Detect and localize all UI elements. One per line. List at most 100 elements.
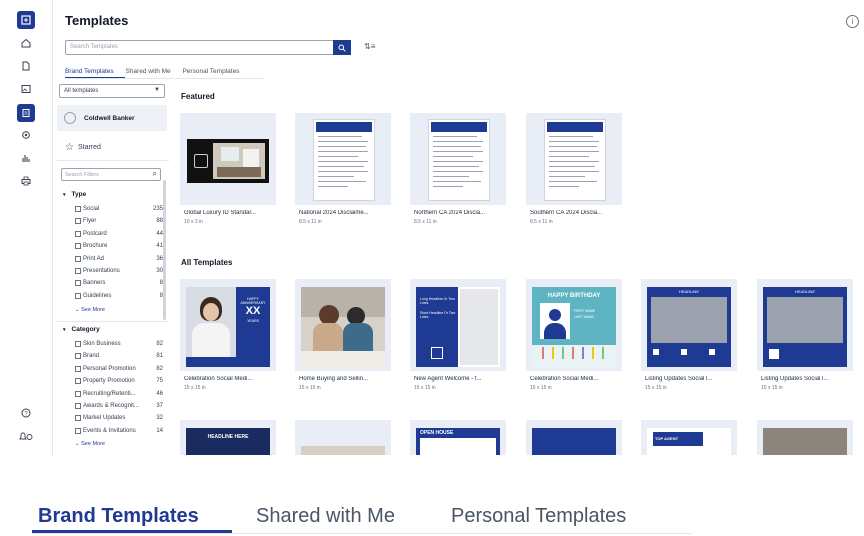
- template-card[interactable]: Northern CA 2024 Discla... 8.5 x 11 in: [410, 113, 506, 233]
- filter-option[interactable]: Property Promotion 75: [75, 376, 163, 386]
- checkbox[interactable]: [75, 218, 81, 225]
- templates-icon[interactable]: [17, 104, 35, 122]
- thumb-text: HAPPY BIRTHDAY: [547, 293, 601, 299]
- filter-option-count: 82: [156, 365, 163, 372]
- checkbox[interactable]: [75, 243, 81, 250]
- filter-option[interactable]: Guidelines 8: [75, 291, 163, 301]
- filter-option-label: Print Ad: [83, 255, 105, 262]
- template-size: 10 x 3 in: [184, 219, 203, 225]
- panel-divider: [57, 321, 169, 322]
- template-card[interactable]: Global Luxury ID Standar... 10 x 3 in: [180, 113, 276, 233]
- checkbox[interactable]: [75, 230, 81, 237]
- left-rail: ?: [0, 0, 53, 455]
- see-more-label: See More: [81, 441, 105, 447]
- template-name: Listing Updates Social l...: [645, 376, 713, 382]
- disclaimer-doc-preview: [544, 119, 606, 201]
- checkbox[interactable]: [75, 268, 81, 274]
- filter-search-input[interactable]: Search Filters ⌕: [61, 168, 161, 181]
- app-logo-icon[interactable]: [17, 11, 35, 29]
- filter-option[interactable]: Events & Invitations 14: [75, 426, 163, 436]
- template-card[interactable]: HEADLINE HERE: [180, 420, 276, 455]
- thumb-text: HEADLINE: [678, 289, 699, 294]
- checkbox[interactable]: [75, 255, 81, 262]
- template-size: 15 x 15 in: [184, 385, 206, 391]
- template-card[interactable]: HAPPY ANNIVERSARY XX YEARS Celebration S…: [180, 279, 276, 399]
- analytics-icon[interactable]: [18, 150, 34, 166]
- filter-option[interactable]: Brand 81: [75, 351, 163, 361]
- filter-option[interactable]: Skin Business 82: [75, 339, 163, 349]
- template-card[interactable]: OPEN HOUSE: [410, 420, 506, 455]
- template-card[interactable]: TOP AGENT: [641, 420, 737, 455]
- filter-option[interactable]: Flyer 88: [75, 216, 163, 226]
- search-icon: [338, 44, 346, 52]
- starred-filter[interactable]: ☆ Starred: [65, 142, 101, 153]
- category-group-heading[interactable]: ▾ Category: [63, 326, 100, 333]
- filter-option-label: Brand: [83, 353, 100, 360]
- filter-option[interactable]: Market Updates 32: [75, 413, 163, 423]
- search-input[interactable]: Search Templates: [65, 40, 333, 55]
- template-card[interactable]: Home Buying and Sellin... 15 x 15 in: [295, 279, 391, 399]
- checkbox[interactable]: [75, 341, 81, 347]
- filter-option[interactable]: Print Ad 36: [75, 254, 163, 264]
- filter-option[interactable]: Presentations 30: [75, 266, 163, 276]
- tab-personal-templates[interactable]: Personal Templates: [451, 505, 626, 528]
- info-icon[interactable]: i: [846, 15, 859, 28]
- filter-option-count: 8: [159, 280, 163, 287]
- active-tab-indicator: [32, 530, 232, 533]
- checkbox[interactable]: [75, 292, 81, 299]
- tab-shared-with-me-small[interactable]: Shared with Me: [125, 68, 170, 75]
- checkbox[interactable]: [75, 365, 81, 372]
- help-icon[interactable]: ?: [18, 405, 34, 421]
- checkbox[interactable]: [75, 390, 81, 397]
- filter-option[interactable]: Awards & Recognit... 37: [75, 401, 163, 411]
- filter-option[interactable]: Social 235: [75, 204, 163, 214]
- checkbox[interactable]: [75, 206, 81, 212]
- filter-option-label: Awards & Recognit...: [83, 403, 139, 409]
- search-button[interactable]: [333, 40, 351, 55]
- type-group-heading[interactable]: ▾ Type: [63, 191, 86, 198]
- sort-icon[interactable]: ⇅≡: [364, 42, 375, 51]
- image-icon[interactable]: [18, 81, 34, 97]
- checkbox[interactable]: [75, 353, 81, 360]
- template-thumbnail: HAPPY BIRTHDAY FIRST NAME LAST NAME: [526, 279, 622, 371]
- checkbox[interactable]: [75, 427, 81, 434]
- template-card[interactable]: [295, 420, 391, 455]
- template-card[interactable]: HAPPY BIRTHDAY FIRST NAME LAST NAME Cele…: [526, 279, 622, 399]
- tab-brand-templates[interactable]: Brand Templates: [38, 505, 199, 528]
- filter-option[interactable]: Brochure 41: [75, 241, 163, 251]
- template-card[interactable]: HEADLINE Listing Updates Social l... 15 …: [641, 279, 737, 399]
- home-icon[interactable]: [18, 35, 34, 51]
- checkbox[interactable]: [75, 415, 81, 422]
- filter-option[interactable]: Personal Promotion 82: [75, 364, 163, 374]
- tab-shared-with-me[interactable]: Shared with Me: [256, 505, 395, 528]
- tab-brand-templates-small[interactable]: Brand Templates: [65, 68, 114, 75]
- template-thumbnail: TOP AGENT: [641, 420, 737, 455]
- checkbox[interactable]: [75, 403, 81, 409]
- filter-option-count: 75: [156, 378, 163, 385]
- template-card[interactable]: Southern CA 2024 Discla... 8.5 x 11 in: [526, 113, 622, 233]
- template-thumbnail: OPEN HOUSE: [410, 420, 506, 455]
- brand-logo-icon: [64, 112, 76, 124]
- document-icon[interactable]: [18, 58, 34, 74]
- tab-personal-templates-small[interactable]: Personal Templates: [182, 68, 239, 75]
- checkbox[interactable]: [75, 378, 81, 385]
- filter-option[interactable]: Postcard 44: [75, 229, 163, 239]
- template-card[interactable]: HEADLINE Listing Updates Social l... 15 …: [757, 279, 853, 399]
- filter-option[interactable]: Banners 8: [75, 278, 163, 288]
- disclaimer-doc-preview: [313, 119, 375, 201]
- brand-selector[interactable]: Coldwell Banker: [57, 105, 167, 131]
- filter-scrollbar[interactable]: [163, 180, 166, 320]
- type-see-more[interactable]: ⌄ See More: [75, 307, 105, 313]
- template-card[interactable]: Long Headline Or Two Lines Short Headlin…: [410, 279, 506, 399]
- notifications-icon[interactable]: [18, 428, 34, 444]
- print-icon[interactable]: [18, 173, 34, 189]
- template-card[interactable]: [526, 420, 622, 455]
- luxury-banner-image: [187, 139, 269, 183]
- settings-icon[interactable]: [18, 127, 34, 143]
- checkbox[interactable]: [75, 280, 81, 287]
- category-see-more[interactable]: ⌄ See More: [75, 441, 105, 447]
- template-scope-select[interactable]: All templates ▼: [59, 84, 165, 98]
- filter-option[interactable]: Recruiting/Retenti... 46: [75, 389, 163, 399]
- template-card[interactable]: National 2024 Disclaime... 8.5 x 11 in: [295, 113, 391, 233]
- template-card[interactable]: [757, 420, 853, 455]
